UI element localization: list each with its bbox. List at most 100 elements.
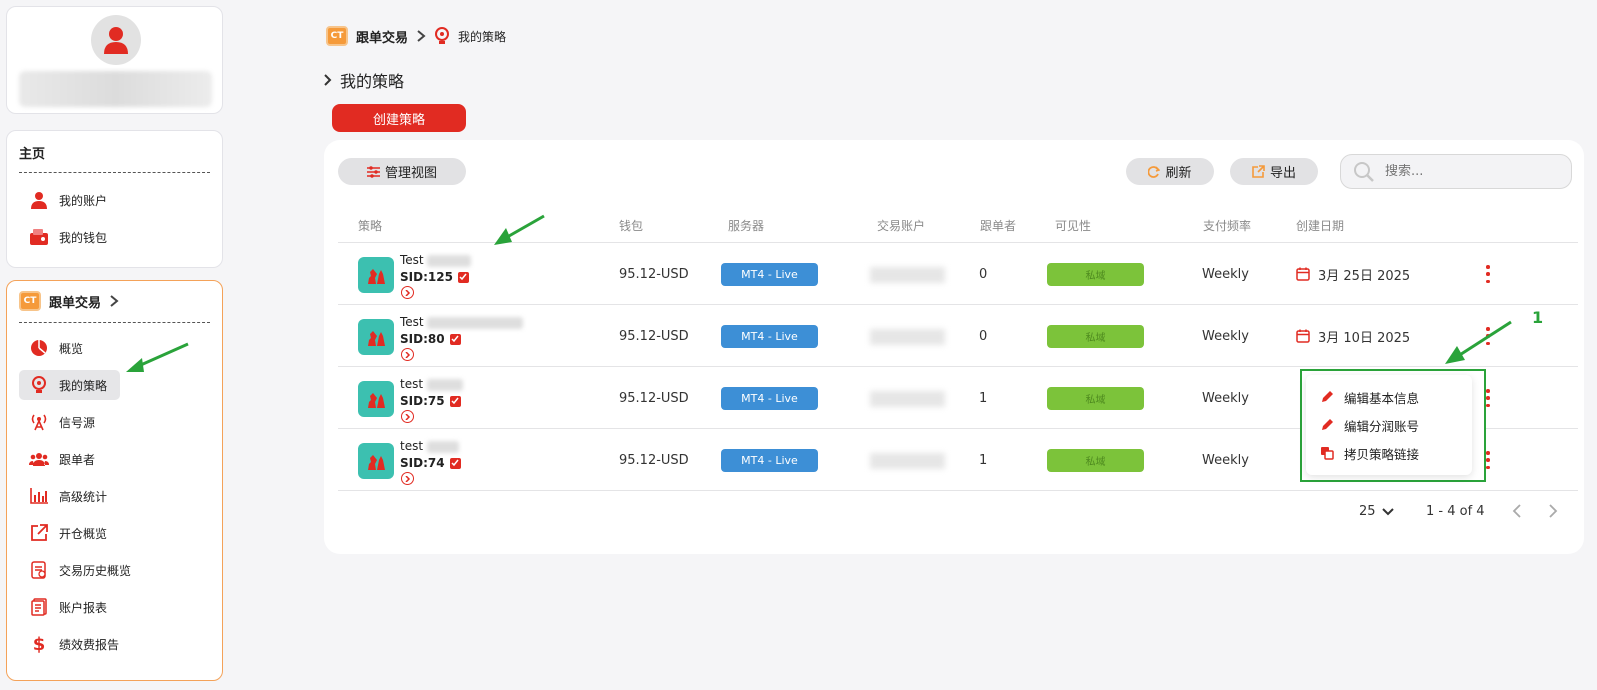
calendar-icon bbox=[1296, 267, 1310, 281]
trading-account-blurred bbox=[870, 267, 945, 283]
export-label: 导出 bbox=[1269, 166, 1296, 181]
home-title: 主页 bbox=[19, 147, 46, 162]
wallet-value: 95.12-USD bbox=[619, 328, 689, 344]
refresh-button[interactable]: 刷新 bbox=[1126, 158, 1214, 185]
server-badge: MT4 - Live bbox=[721, 449, 818, 472]
create-strategy-button[interactable]: 创建策略 bbox=[332, 104, 466, 132]
column-header-visibility[interactable]: 可见性 bbox=[1055, 217, 1091, 234]
sidebar-item-advanced-stats[interactable]: 高级统计 bbox=[19, 481, 117, 511]
pagination-range: 1 - 4 of 4 bbox=[1426, 504, 1485, 519]
pay-frequency: Weekly bbox=[1202, 328, 1249, 344]
column-header-followers[interactable]: 跟单者 bbox=[980, 217, 1016, 234]
sidebar-item-label: 信号源 bbox=[59, 415, 96, 430]
checkbox-checked-icon bbox=[457, 271, 469, 283]
sidebar-item-my-account[interactable]: 我的账户 bbox=[19, 185, 117, 215]
wallet-value: 95.12-USD bbox=[619, 452, 689, 468]
trading-account-blurred bbox=[870, 391, 945, 407]
export-button[interactable]: 导出 bbox=[1230, 158, 1318, 185]
users-icon bbox=[29, 449, 49, 469]
strategies-panel: 管理视图 刷新 导出 策略 钱包 服务器 交易账户 跟单者 可见性 支付频率 创… bbox=[324, 140, 1584, 554]
sidebar-item-label: 跟单者 bbox=[59, 452, 96, 467]
search-box[interactable] bbox=[1340, 154, 1572, 189]
column-header-strategy[interactable]: 策略 bbox=[358, 217, 382, 234]
strategy-name[interactable]: test bbox=[400, 439, 459, 453]
server-badge: MT4 - Live bbox=[721, 263, 818, 286]
expand-arrow-icon[interactable] bbox=[401, 348, 414, 361]
column-header-created-date[interactable]: 创建日期 bbox=[1296, 217, 1344, 234]
export-icon bbox=[1252, 165, 1265, 178]
copy-trading-header[interactable]: CT 跟单交易 bbox=[19, 291, 119, 311]
profile-card bbox=[6, 6, 223, 114]
sidebar-item-label: 我的钱包 bbox=[59, 230, 108, 245]
wallet-value: 95.12-USD bbox=[619, 390, 689, 406]
user-icon bbox=[29, 190, 49, 210]
rows-per-page-select[interactable]: 25 bbox=[1359, 504, 1394, 519]
strategy-name[interactable]: test bbox=[400, 377, 463, 391]
pay-frequency: Weekly bbox=[1202, 452, 1249, 468]
pay-frequency: Weekly bbox=[1202, 266, 1249, 282]
column-header-wallet[interactable]: 钱包 bbox=[619, 217, 643, 234]
table-row[interactable]: Test SID:125 95.12-USD MT4 - Live 0 私域 W… bbox=[338, 243, 1578, 305]
breadcrumb-root[interactable]: 跟单交易 bbox=[356, 27, 408, 46]
expand-arrow-icon[interactable] bbox=[401, 286, 414, 299]
context-menu-list: 编辑基本信息 编辑分润账号 拷贝策略链接 bbox=[1306, 375, 1472, 475]
chevron-right-icon bbox=[417, 30, 426, 42]
sidebar-item-trade-history[interactable]: 交易历史概览 bbox=[19, 555, 141, 585]
strategy-sid: SID:74 bbox=[400, 456, 461, 470]
wallet-value: 95.12-USD bbox=[619, 266, 689, 282]
menu-item-edit-profit-account[interactable]: 编辑分润账号 bbox=[1320, 413, 1419, 437]
sidebar-item-label: 开仓概览 bbox=[59, 526, 108, 541]
strategy-name[interactable]: Test bbox=[400, 253, 472, 267]
search-input[interactable] bbox=[1385, 164, 1565, 179]
strategy-sid: SID:80 bbox=[400, 332, 461, 346]
home-nav: 主页 我的账户 我的钱包 bbox=[6, 130, 223, 268]
table-row[interactable]: Test SID:80 95.12-USD MT4 - Live 0 私域 We… bbox=[338, 305, 1578, 367]
strategy-name[interactable]: Test bbox=[400, 315, 524, 329]
report-doc-icon bbox=[29, 597, 49, 617]
profile-name-blurred bbox=[19, 71, 212, 107]
trading-account-blurred bbox=[870, 453, 945, 469]
divider bbox=[19, 322, 210, 323]
expand-arrow-icon[interactable] bbox=[401, 472, 414, 485]
chess-strategy-icon bbox=[358, 443, 394, 479]
breadcrumb-current: 我的策略 bbox=[458, 29, 507, 44]
pencil-icon bbox=[1322, 391, 1333, 402]
menu-item-copy-strategy-link[interactable]: 拷贝策略链接 bbox=[1320, 441, 1419, 465]
avatar[interactable] bbox=[91, 15, 141, 65]
created-date: 3月 10日 2025 bbox=[1296, 305, 1410, 367]
open-external-icon bbox=[29, 523, 49, 543]
divider bbox=[19, 172, 210, 173]
sidebar-item-label: 我的账户 bbox=[59, 193, 108, 208]
sidebar-item-signal-source[interactable]: 信号源 bbox=[19, 407, 105, 437]
followers-count: 0 bbox=[979, 328, 988, 344]
sidebar-item-overview[interactable]: 概览 bbox=[19, 333, 93, 363]
sidebar-item-my-wallet[interactable]: 我的钱包 bbox=[19, 222, 117, 252]
sidebar-item-my-strategies[interactable]: 我的策略 bbox=[19, 370, 120, 400]
manage-view-button[interactable]: 管理视图 bbox=[338, 158, 466, 185]
dollar-icon: $ bbox=[32, 633, 46, 655]
prev-page-button[interactable] bbox=[1512, 504, 1522, 518]
sidebar-item-account-report[interactable]: 账户报表 bbox=[19, 592, 117, 622]
sidebar-item-label: 交易历史概览 bbox=[59, 563, 132, 578]
next-page-button[interactable] bbox=[1548, 504, 1558, 518]
column-header-server[interactable]: 服务器 bbox=[728, 217, 764, 234]
history-doc-icon bbox=[29, 560, 49, 580]
manage-view-label: 管理视图 bbox=[384, 166, 437, 181]
server-badge: MT4 - Live bbox=[721, 325, 818, 348]
checkbox-checked-icon bbox=[449, 395, 461, 407]
column-header-pay-frequency[interactable]: 支付频率 bbox=[1203, 217, 1251, 234]
sidebar-item-label: 账户报表 bbox=[59, 600, 108, 615]
expand-arrow-icon[interactable] bbox=[401, 410, 414, 423]
sidebar-item-performance-fee[interactable]: $ 绩效费报告 bbox=[19, 629, 129, 659]
sidebar-item-open-positions[interactable]: 开仓概览 bbox=[19, 518, 117, 548]
copy-icon bbox=[1321, 447, 1334, 460]
row-actions-icon[interactable] bbox=[1485, 265, 1491, 283]
sidebar-item-followers[interactable]: 跟单者 bbox=[19, 444, 105, 474]
server-badge: MT4 - Live bbox=[721, 387, 818, 410]
visibility-badge: 私域 bbox=[1047, 387, 1144, 410]
sidebar-item-label: 概览 bbox=[59, 341, 84, 356]
column-header-trading-account[interactable]: 交易账户 bbox=[877, 217, 925, 234]
menu-item-edit-basic-info[interactable]: 编辑基本信息 bbox=[1320, 385, 1419, 409]
chess-strategy-icon bbox=[358, 257, 394, 293]
created-date: 3月 25日 2025 bbox=[1296, 243, 1410, 305]
